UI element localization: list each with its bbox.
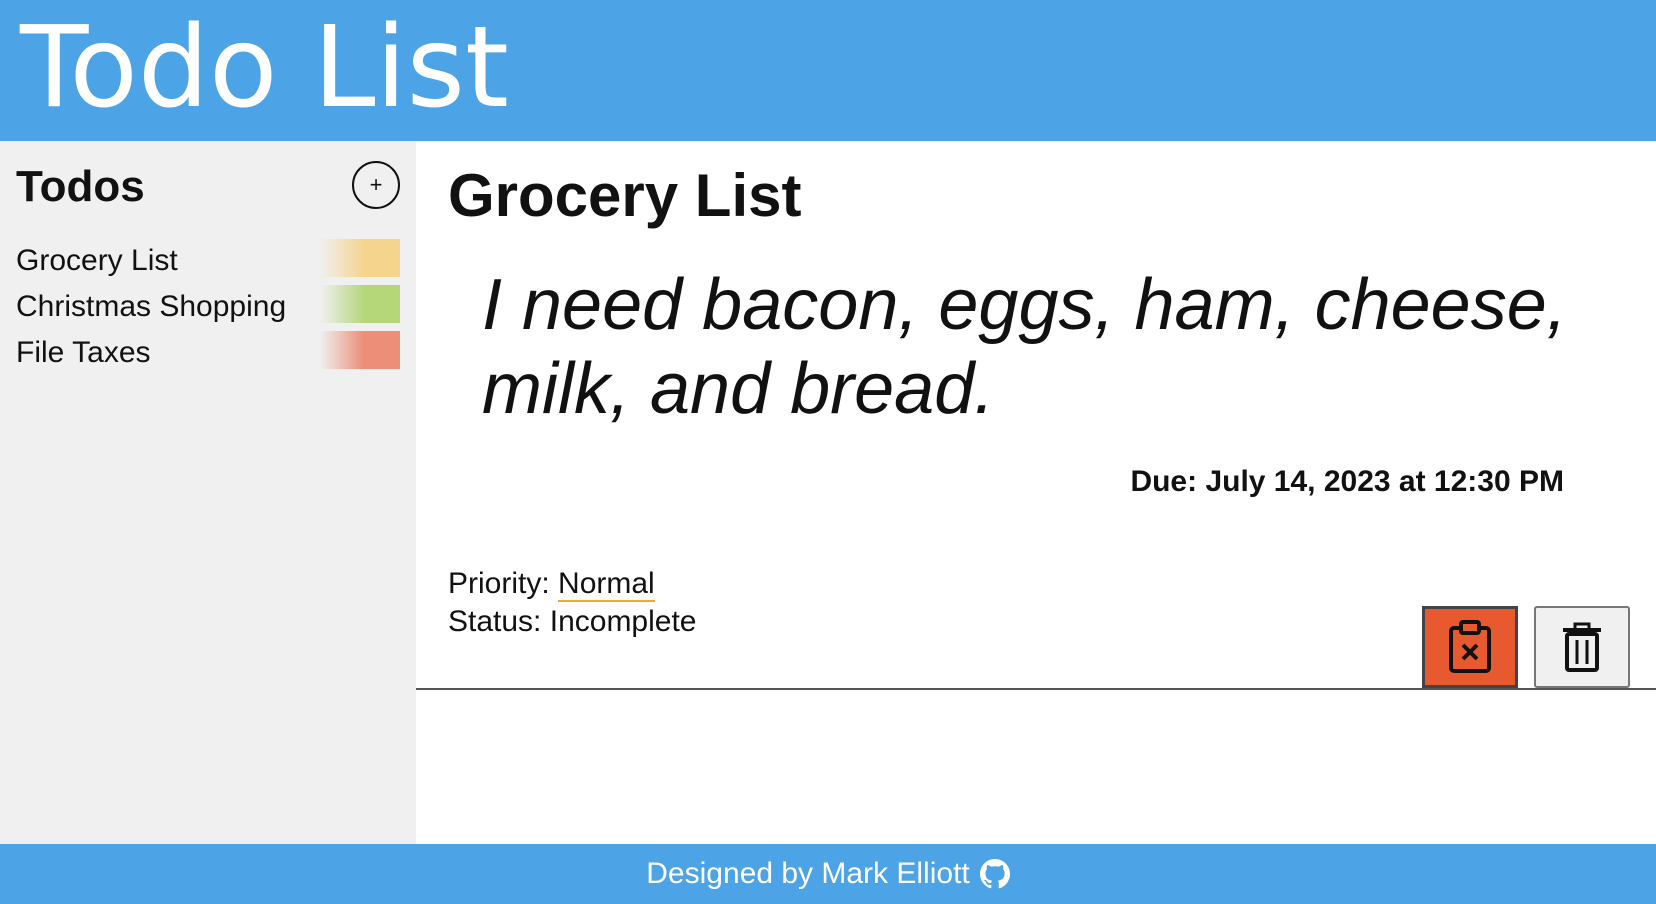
plus-circle-icon: +: [369, 172, 383, 197]
todo-item-label: File Taxes: [16, 336, 151, 369]
header: Todo List: [0, 0, 1656, 141]
github-icon[interactable]: [979, 859, 1010, 889]
sidebar-title: Todos: [16, 162, 145, 211]
priority-swatch: [320, 239, 400, 277]
divider: [416, 688, 1656, 690]
delete-todo-button[interactable]: [1534, 606, 1630, 688]
todo-item-file-taxes[interactable]: File Taxes: [0, 329, 416, 375]
clipboard-x-icon: [1449, 620, 1491, 673]
add-todo-button[interactable]: +: [352, 161, 400, 209]
todo-item-christmas-shopping[interactable]: Christmas Shopping: [0, 283, 416, 329]
trash-icon: [1563, 622, 1601, 672]
priority-swatch: [320, 285, 400, 323]
todo-item-label: Christmas Shopping: [16, 290, 287, 323]
todo-list: Grocery List Christmas Shopping File Tax…: [0, 237, 416, 375]
app: Todo List Todos + Grocery List Christmas…: [0, 0, 1656, 904]
priority-swatch: [320, 331, 400, 369]
todo-due-date: Due: July 14, 2023 at 12:30 PM: [1130, 465, 1564, 498]
todo-meta: Priority: Normal Status: Incomplete: [448, 565, 696, 641]
todo-detail: Grocery List I need bacon, eggs, ham, ch…: [416, 141, 1656, 844]
todo-description: I need bacon, eggs, ham, cheese, milk, a…: [482, 265, 1567, 429]
status-value: Incomplete: [549, 605, 697, 638]
sidebar: Todos + Grocery List Christmas Shopping …: [0, 141, 416, 844]
status-label: Status:: [448, 605, 542, 638]
priority-value[interactable]: Normal: [558, 567, 655, 602]
todo-item-label: Grocery List: [16, 244, 178, 277]
app-title: Todo List: [20, 3, 509, 133]
todo-title: Grocery List: [448, 162, 802, 229]
todo-item-grocery-list[interactable]: Grocery List: [0, 237, 416, 283]
priority-label: Priority:: [448, 567, 550, 600]
status-row: Status: Incomplete: [448, 603, 696, 641]
footer-credit: Designed by Mark Elliott: [646, 857, 970, 890]
toggle-complete-button[interactable]: [1422, 606, 1518, 688]
footer: Designed by Mark Elliott: [0, 844, 1656, 904]
priority-row: Priority: Normal: [448, 565, 696, 603]
